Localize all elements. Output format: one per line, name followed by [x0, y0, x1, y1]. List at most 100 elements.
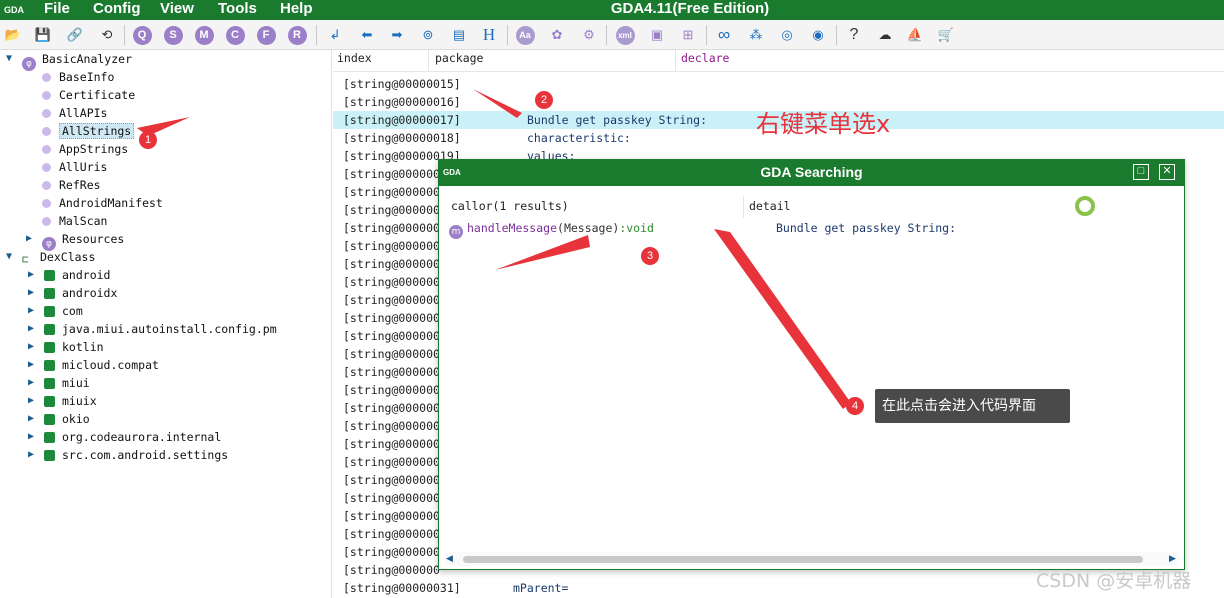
expand-arrow-icon[interactable]: ▶ — [28, 266, 40, 284]
result-item-handlemessage[interactable]: m handleMessage(Message):void — [449, 219, 654, 239]
tree-item-malscan[interactable]: MalScan — [42, 212, 107, 230]
expand-arrow-icon[interactable]: ▶ — [28, 320, 40, 338]
table-row[interactable]: [string@000000 — [343, 489, 440, 507]
table-row[interactable]: [string@000000 — [343, 201, 440, 219]
menu-file[interactable]: File — [44, 0, 70, 20]
table-row[interactable]: [string@00000015] — [343, 75, 461, 93]
column-divider[interactable] — [675, 50, 676, 72]
column-detail[interactable]: detail — [749, 199, 791, 213]
table-row[interactable]: [string@00000031] mParent= — [343, 579, 568, 597]
column-divider[interactable] — [428, 50, 429, 72]
search-q-icon[interactable]: Q — [131, 24, 153, 46]
document-icon[interactable]: ▤ — [448, 24, 470, 46]
table-row[interactable]: [string@000000 — [343, 543, 440, 561]
tree-package-androidx[interactable]: ▶ androidx — [28, 284, 117, 302]
circle-icon[interactable]: ◎ — [776, 24, 798, 46]
table-row[interactable]: [string@000000 — [343, 309, 440, 327]
table-row[interactable]: [string@000000 — [343, 237, 440, 255]
column-package[interactable]: package — [435, 50, 483, 72]
table-row[interactable]: [string@00000016] — [343, 93, 461, 111]
open-folder-icon[interactable]: 📂 — [2, 24, 24, 46]
nodes-icon[interactable]: ⁂ — [745, 24, 767, 46]
scrollbar-thumb[interactable] — [463, 556, 1143, 563]
tree-node-dexclass[interactable]: ▼ ⊏ DexClass — [6, 248, 95, 266]
scroll-right-icon[interactable]: ▶ — [1169, 553, 1176, 564]
tree-package-okio[interactable]: ▶ okio — [28, 410, 90, 428]
link-icon[interactable]: 🔗 — [64, 24, 86, 46]
scroll-left-icon[interactable]: ◀ — [446, 553, 453, 564]
refresh-icon[interactable]: ⟲ — [96, 24, 118, 46]
cart-icon[interactable]: 🛒 — [935, 24, 957, 46]
tree-item-allapis[interactable]: AllAPIs — [42, 104, 107, 122]
settings-gear-icon[interactable]: ⚙ — [578, 24, 600, 46]
tree-item-alluris[interactable]: AllUris — [42, 158, 107, 176]
table-row[interactable]: [string@000000 — [343, 255, 440, 273]
graph-icon[interactable]: ✿ — [546, 24, 568, 46]
expand-arrow-icon[interactable]: ▶ — [28, 302, 40, 320]
jump-icon[interactable]: ↲ — [324, 24, 346, 46]
android-icon[interactable]: ▣ — [646, 24, 668, 46]
expand-arrow-icon[interactable]: ▼ — [6, 50, 18, 68]
expand-arrow-icon[interactable]: ▶ — [28, 374, 40, 392]
table-row[interactable]: [string@00000018] characteristic: — [343, 129, 631, 147]
infinity-icon[interactable]: ∞ — [713, 24, 735, 46]
hex-icon[interactable]: H — [478, 24, 500, 46]
horizontal-scrollbar[interactable]: ◀ ▶ — [445, 552, 1178, 566]
search-r-icon[interactable]: R — [286, 24, 308, 46]
tree-item-androidmanifest[interactable]: AndroidManifest — [42, 194, 163, 212]
expand-arrow-icon[interactable]: ▶ — [28, 428, 40, 446]
table-row[interactable]: [string@000000 — [343, 525, 440, 543]
expand-arrow-icon[interactable]: ▶ — [26, 230, 38, 248]
table-row[interactable]: [string@000000 — [343, 273, 440, 291]
menu-tools[interactable]: Tools — [218, 0, 257, 20]
fingerprint-icon[interactable]: ◉ — [807, 24, 829, 46]
expand-arrow-icon[interactable]: ▶ — [28, 446, 40, 464]
table-row[interactable]: [string@000000 — [343, 345, 440, 363]
tree-package-micloud-compat[interactable]: ▶ micloud.compat — [28, 356, 159, 374]
save-icon[interactable]: 💾 — [32, 24, 54, 46]
table-row[interactable]: [string@000000 — [343, 471, 440, 489]
location-icon[interactable]: ⊚ — [417, 24, 439, 46]
tree-node-basic-analyzer[interactable]: ▼ φ BasicAnalyzer — [6, 50, 132, 71]
table-row[interactable]: [string@000000 — [343, 165, 440, 183]
tree-item-allstrings[interactable]: AllStrings — [42, 122, 135, 140]
table-row[interactable]: [string@000000 — [343, 327, 440, 345]
table-row[interactable]: [string@000000 — [343, 363, 440, 381]
tree-package-com[interactable]: ▶ com — [28, 302, 83, 320]
dialog-title-bar[interactable]: GDA Searching — [439, 160, 1184, 186]
tree-package-miui[interactable]: ▶ miui — [28, 374, 90, 392]
help-icon[interactable]: ? — [843, 24, 865, 46]
column-index[interactable]: index — [337, 50, 372, 72]
table-row[interactable]: [string@000000 — [343, 453, 440, 471]
tree-item-baseinfo[interactable]: BaseInfo — [42, 68, 114, 86]
tree-package-miuix[interactable]: ▶ miuix — [28, 392, 97, 410]
expand-arrow-icon[interactable]: ▶ — [28, 410, 40, 428]
table-row[interactable]: [string@000000 — [343, 219, 440, 237]
cloud-icon[interactable]: ☁ — [874, 24, 896, 46]
search-m-icon[interactable]: M — [193, 24, 215, 46]
menu-view[interactable]: View — [160, 0, 194, 20]
tree-package-kotlin[interactable]: ▶ kotlin — [28, 338, 104, 356]
tree-package-android[interactable]: ▶ android — [28, 266, 110, 284]
expand-arrow-icon[interactable]: ▼ — [6, 248, 18, 266]
column-divider[interactable] — [743, 196, 744, 218]
forward-arrow-icon[interactable]: ➡ — [386, 24, 408, 46]
menu-help[interactable]: Help — [280, 0, 313, 20]
search-s-icon[interactable]: S — [162, 24, 184, 46]
table-row[interactable]: [string@000000 — [343, 561, 440, 579]
table-row[interactable]: [string@000000 — [343, 507, 440, 525]
table-row[interactable]: [string@000000 — [343, 417, 440, 435]
search-f-icon[interactable]: F — [255, 24, 277, 46]
tree-package-src-com-android-settings[interactable]: ▶ src.com.android.settings — [28, 446, 228, 464]
sailboat-icon[interactable]: ⛵ — [904, 24, 926, 46]
font-icon[interactable]: Aa — [514, 24, 536, 46]
tree-package-java-miui[interactable]: ▶ java.miui.autoinstall.config.pm — [28, 320, 277, 338]
expand-arrow-icon[interactable]: ▶ — [28, 356, 40, 374]
maximize-icon[interactable]: □ — [1133, 164, 1149, 180]
expand-arrow-icon[interactable]: ▶ — [28, 284, 40, 302]
tree-package-org-codeaurora[interactable]: ▶ org.codeaurora.internal — [28, 428, 221, 446]
menu-config[interactable]: Config — [93, 0, 140, 20]
search-c-icon[interactable]: C — [224, 24, 246, 46]
back-arrow-icon[interactable]: ⬅ — [356, 24, 378, 46]
column-callor[interactable]: callor(1 results) — [451, 199, 569, 213]
